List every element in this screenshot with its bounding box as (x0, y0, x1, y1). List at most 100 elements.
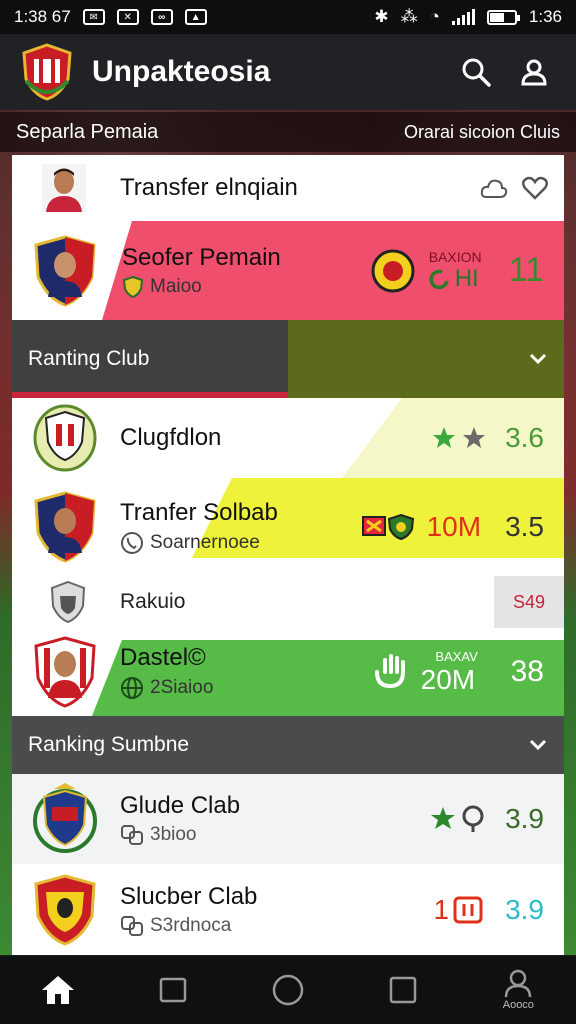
ranking-row-value: 1 (433, 893, 450, 925)
sub-header-title: Separla Pemaia (16, 120, 159, 143)
ranking-row-name: Tranfer Solbab (120, 499, 278, 526)
transfer-header-row[interactable]: Transfer elnqiain (12, 155, 564, 221)
home-icon (41, 976, 74, 1004)
star-pin-icon (431, 805, 484, 832)
cards-icon (159, 977, 187, 1003)
status-badge: S49 (494, 576, 564, 628)
square-icon (389, 976, 417, 1004)
ranking-row-tag: BAXAV (435, 648, 478, 664)
nav-cards[interactable] (143, 960, 203, 1020)
signal-icon (451, 9, 475, 25)
section-title: Ranking Sumbne (28, 733, 190, 756)
search-button[interactable] (454, 50, 498, 94)
ranking-row-name: Dastel© (120, 644, 206, 671)
vibrate-icon: ⁂ (400, 7, 418, 26)
ranking-row-sub: 2Siaioo (150, 677, 214, 698)
featured-player-row[interactable]: Seofer Pemain Maioo BAXION HI 11 (12, 221, 564, 320)
ranking-row-6[interactable]: Slucber Clab S3rdnoca 1 3.9 (12, 864, 564, 955)
club-crest (34, 491, 96, 563)
club-crest (33, 783, 97, 853)
circle-icon (272, 974, 304, 1006)
featured-player-name: Seofer Pemain (122, 243, 281, 271)
ranking-row-1[interactable]: Clugfdlon 3.6 (12, 398, 564, 478)
featured-card: Transfer elnqiain Seofer Pemain Maioo BA… (12, 155, 564, 320)
ranking-card: Clugfdlon 3.6 Tranfer Solbab Soarnernoee (12, 398, 564, 716)
app-title: Unpakteosia (92, 55, 271, 88)
club-crest (34, 234, 96, 307)
ranking-row-name: Rakuio (120, 590, 186, 613)
link-icon (121, 915, 143, 936)
club-crest (33, 404, 97, 472)
section-accent (288, 320, 564, 398)
sub-header-link[interactable]: Orarai sicoion Cluis (404, 122, 560, 143)
ranking-row-sub: Soarnernoee (150, 532, 260, 553)
featured-tag2: HI (454, 264, 479, 292)
status-time-left: 1:38 67 (14, 7, 71, 26)
ranking-row-score: 3.9 (505, 893, 544, 925)
featured-score: 11 (508, 251, 544, 289)
club-crest (34, 873, 96, 946)
section-title: Ranting Club (28, 347, 150, 370)
ranking-row-score: 3.6 (505, 422, 544, 453)
ranking-row-2[interactable]: Tranfer Solbab Soarnernoee 10M 3.5 (12, 478, 564, 576)
transfer-header-label: Transfer elnqiain (120, 174, 298, 201)
nav-recent[interactable] (373, 960, 433, 1020)
nav-profile-label: Aooco (502, 999, 534, 1011)
ranking-row-score: 3.5 (505, 511, 544, 542)
club-badge-icon (371, 249, 415, 292)
mail-icon: ✕ (116, 9, 139, 25)
status-time-right: 1:36 (528, 7, 562, 26)
link-icon (121, 825, 143, 845)
wifi-icon: ◔ (429, 7, 440, 26)
heart-icon[interactable] (522, 176, 548, 200)
nav-home-circle[interactable] (258, 960, 318, 1020)
player-avatar (42, 164, 86, 212)
profile-icon (505, 969, 532, 997)
ranking-row-value: 20M (420, 663, 476, 695)
globe-icon (121, 677, 143, 699)
ranking-row-4[interactable]: Dastel© 2Siaioo BAXAV 20M 38 (12, 628, 564, 716)
search-icon (462, 58, 491, 87)
ranking-row-name: Glude Clab (120, 792, 241, 819)
status-bar: 1:38 67 ✉ ✕ ∞ ▲ ✱ ⁂ ◔ 1:36 (0, 0, 576, 34)
ranking-row-name: Clugfdlon (120, 424, 222, 451)
shield-icon (122, 275, 144, 298)
photo-icon: ▲ (184, 9, 207, 25)
user-icon (521, 59, 547, 86)
phone-icon (121, 532, 143, 554)
ranking-row-sub: S3rdnoca (150, 914, 232, 936)
shield-icon (50, 580, 86, 624)
chevron-down-icon[interactable] (528, 352, 548, 366)
nav-home[interactable] (28, 960, 88, 1020)
featured-player-sub: Maioo (150, 275, 202, 297)
cloud-icon[interactable] (480, 177, 508, 199)
star-rating-icon (433, 427, 486, 448)
account-button[interactable] (512, 50, 556, 94)
club-crest (34, 636, 96, 708)
club-flags-icon (361, 513, 414, 541)
ranking-row-5[interactable]: Glude Clab 3bioo 3.9 (12, 774, 564, 864)
notification-icon: ✉ (82, 9, 105, 25)
app-bar: Unpakteosia (0, 34, 576, 110)
ranking-row-name: Slucber Clab (120, 882, 258, 910)
chevron-down-icon[interactable] (528, 738, 548, 752)
hand-icon (374, 654, 405, 689)
refresh-icon (429, 269, 449, 289)
featured-tag: BAXION (428, 248, 482, 265)
bottom-nav: Aooco (0, 956, 576, 1024)
nav-profile[interactable]: Aooco (488, 960, 548, 1020)
club-badge-icon (453, 896, 483, 923)
section-header-ranking[interactable]: Ranking Sumbne (12, 716, 564, 774)
link-icon: ∞ (150, 9, 173, 25)
ranking-row-score: 38 (510, 655, 544, 688)
ranking-card-2: Glude Clab 3bioo 3.9 Slucber Clab S3rdno… (12, 774, 564, 955)
sub-header: Separla Pemaia Orarai sicoion Cluis (0, 112, 576, 152)
ranking-row-score: 3.9 (505, 803, 544, 834)
ranking-row-sub: 3bioo (150, 824, 197, 845)
ranking-row-3[interactable]: Rakuio S49 (12, 576, 564, 628)
bluetooth-icon: ✱ (374, 7, 389, 26)
ranking-row-value: 10M (426, 511, 482, 542)
section-header-ranting[interactable]: Ranting Club (12, 320, 564, 398)
battery-icon (486, 9, 520, 25)
club-logo-icon[interactable] (20, 43, 74, 101)
